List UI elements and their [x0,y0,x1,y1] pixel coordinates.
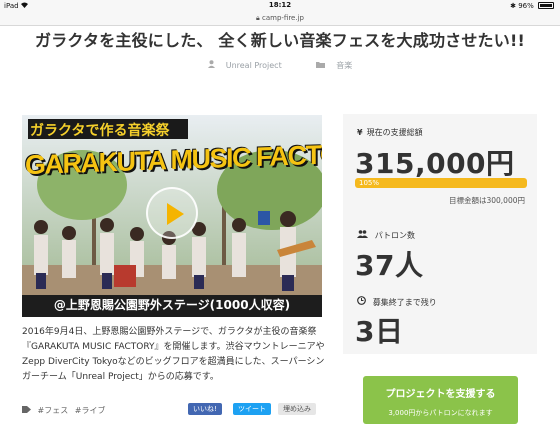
support-project-button[interactable]: プロジェクトを支援する 3,000円からパトロンになれます [363,376,518,424]
project-video[interactable]: ガラクタで作る音楽祭 GARAKUTA MUSIC FACTORY @上野恩賜公… [22,115,322,317]
owner-name: Unreal Project [225,61,282,70]
funding-amount: 315,000円 [355,147,515,180]
video-caption: @上野恩賜公園野外ステージ(1000人収容) [53,298,291,312]
remaining-label: 募集終了まで残り [372,298,437,307]
battery-icon [538,2,554,9]
battery-status: ✱ 96% [510,2,554,10]
funding-label: 現在の支援総額 [366,128,423,137]
url-text: camp-fire.jp [261,14,304,22]
embed-button[interactable]: 埋め込み [278,403,316,415]
goal-amount: 目標金額は300,000円 [448,196,525,205]
status-bar: iPad 18:12 ✱ 96% [0,0,560,12]
user-icon [207,60,215,70]
support-label: プロジェクトを支援する [385,389,496,400]
owner-link[interactable]: Unreal Project [200,60,293,70]
backers-label-row: パトロン数 [357,230,415,241]
like-button[interactable]: いいね! [188,403,222,415]
tag-fes[interactable]: #フェス [38,406,69,415]
progress-bar: 105% [355,178,527,188]
remaining-label-row: 募集終了まで残り [357,296,437,308]
clock-icon [357,296,369,307]
battery-percent: 96% [518,2,534,10]
tag-icon [22,406,34,415]
support-sublabel: 3,000円からパトロンになれます [388,409,493,417]
category-name: 音楽 [336,61,353,70]
users-icon [357,230,371,240]
yen-icon: ¥ [357,128,363,137]
tag-list: #フェス #ライブ [22,405,110,416]
address-bar[interactable]: 🔒︎ camp-fire.jp [0,12,560,26]
backers-count: 37人 [355,249,424,282]
lock-icon: 🔒︎ [256,14,260,22]
remaining-days: 3日 [355,315,404,348]
category-link[interactable]: 音楽 [308,61,360,70]
funding-card: ¥ 現在の支援総額 315,000円 105% 目標金額は300,000円 パトロ… [343,114,537,354]
play-icon[interactable] [146,187,198,239]
page-title: ガラクタを主役にした、 全く新しい音楽フェスを大成功させたい!! [35,31,525,50]
progress-percent: 105% [359,179,380,187]
project-description: 2016年9月4日、上野恩賜公園野外ステージで、ガラクタが主役の音楽祭『GARA… [22,327,325,382]
project-meta: Unreal Project 音楽 [0,60,560,71]
backers-label: パトロン数 [374,231,416,240]
funding-label-row: ¥ 現在の支援総額 [357,127,423,138]
folder-icon [316,61,326,70]
like-label: いいね! [193,405,217,413]
tag-live[interactable]: #ライブ [75,406,106,415]
embed-label: 埋め込み [283,405,311,413]
tweet-button[interactable]: ツイート [233,403,271,415]
bluetooth-icon: ✱ [510,2,516,10]
banner-top-text: ガラクタで作る音楽祭 [30,123,170,139]
tweet-label: ツイート [238,405,266,413]
clock: 18:12 [268,1,292,9]
